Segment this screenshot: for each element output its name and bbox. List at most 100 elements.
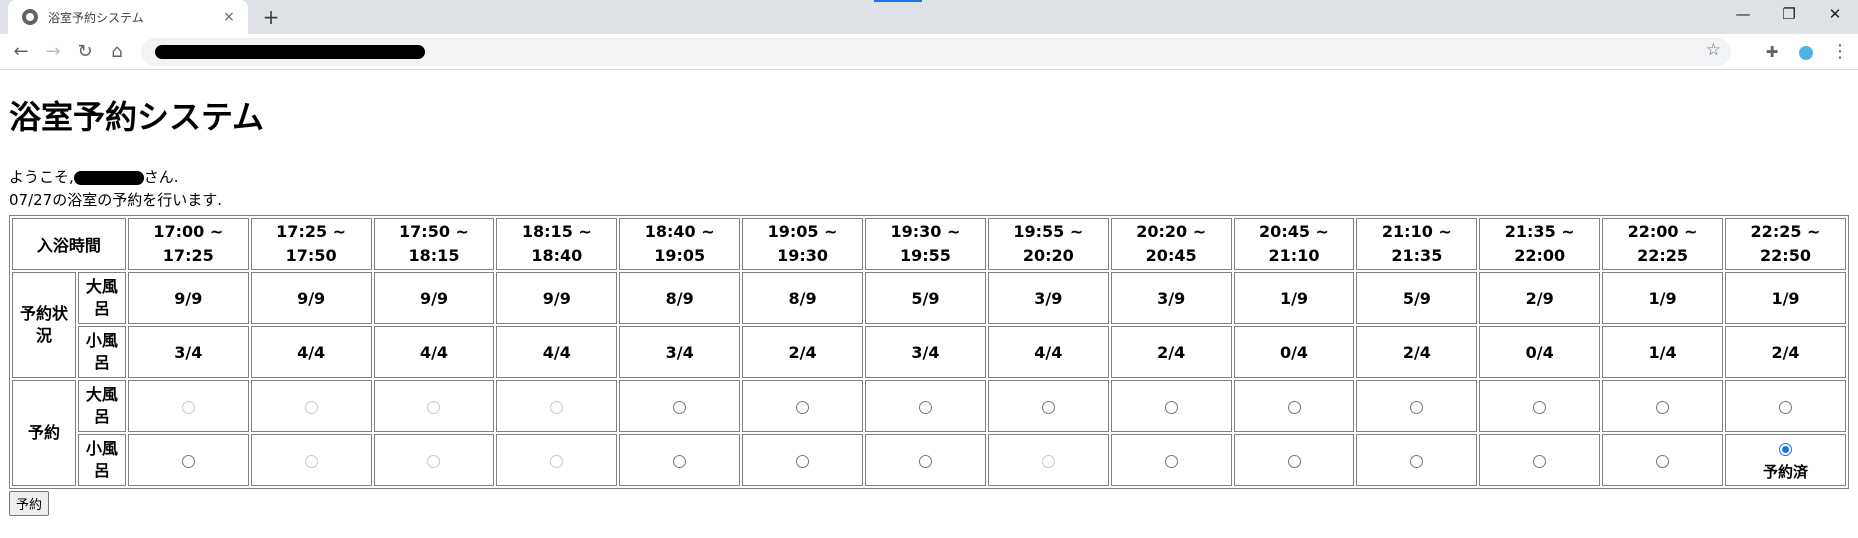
welcome-message: ようこそ, さん.: [9, 166, 1849, 189]
restore-icon[interactable]: ❐: [1766, 0, 1812, 30]
slot-end: 22:00: [1514, 246, 1566, 265]
reserve-radio-big[interactable]: [918, 400, 932, 414]
slot-start: 22:00 ~: [1627, 222, 1698, 241]
reserve-radio-small[interactable]: [1410, 454, 1424, 468]
status-big: 5/9: [1356, 272, 1478, 324]
window-close-icon[interactable]: ✕: [1812, 0, 1858, 30]
reserve-cell-big: [1233, 380, 1355, 432]
reserve-cell-small: [496, 434, 618, 486]
status-small: 4/4: [496, 326, 618, 378]
reserve-radio-big[interactable]: [1533, 400, 1547, 414]
status-small: 2/4: [1356, 326, 1478, 378]
reserve-radio-small[interactable]: [181, 454, 195, 468]
slot-end: 20:20: [1022, 246, 1074, 265]
status-header: 予約状況: [12, 272, 76, 378]
minimize-icon[interactable]: —: [1720, 0, 1766, 30]
slot-start: 17:50 ~: [399, 222, 469, 241]
slot-end: 18:15: [408, 246, 460, 265]
bath-label-small: 小風呂: [77, 326, 126, 378]
reserve-cell-small: [742, 434, 863, 486]
status-small: 2/4: [1725, 326, 1846, 378]
slot-end: 20:45: [1145, 246, 1197, 265]
status-small: 0/4: [1479, 326, 1601, 378]
page-content: 浴室予約システム ようこそ, さん. 07/27の浴室の予約を行います. 入浴時間…: [0, 92, 1858, 516]
reserve-radio-big[interactable]: [1041, 400, 1055, 414]
reserve-cell-small: [1110, 434, 1232, 486]
status-row-small: 小風呂 3/4 4/4 4/4 4/4 3/4 2/4 3/4 4/4 2/4 0/4 2/4 0/4…: [12, 326, 1846, 378]
tab-strip-accent: [874, 0, 922, 2]
time-slot-header: 20:45 ~ 21:10: [1233, 218, 1355, 270]
reserve-radio-small[interactable]: [1656, 454, 1670, 468]
slot-start: 20:20 ~: [1136, 222, 1207, 241]
reservation-table: 入浴時間 17:00 ~ 17:25 17:25 ~ 17:50 17:50 ~ 18:1…: [9, 215, 1849, 489]
status-big: 1/9: [1602, 272, 1724, 324]
status-small: 3/4: [865, 326, 986, 378]
home-icon[interactable]: ⌂: [103, 38, 131, 66]
time-slot-header: 17:25 ~ 17:50: [250, 218, 372, 270]
browser-menu-icon[interactable]: ⋮: [1826, 38, 1854, 66]
reserve-row-small: 小風呂 予約済: [12, 434, 1846, 486]
slot-end: 18:40: [531, 246, 583, 265]
reserve-cell-big: [127, 380, 249, 432]
extensions-icon[interactable]: ✚: [1758, 38, 1786, 66]
reserve-radio-big[interactable]: [1410, 400, 1424, 414]
slot-start: 20:45 ~: [1259, 222, 1329, 241]
time-slot-header: 21:35 ~ 22:00: [1479, 218, 1601, 270]
bookmark-star-icon[interactable]: ☆: [1706, 40, 1721, 60]
address-bar[interactable]: ☆: [141, 38, 1731, 66]
reserve-cell-small: [250, 434, 372, 486]
reserve-radio-small[interactable]: [1164, 454, 1178, 468]
close-tab-icon[interactable]: ×: [220, 9, 238, 25]
reserve-cell-big: [1356, 380, 1478, 432]
new-tab-icon[interactable]: +: [258, 4, 284, 30]
reserve-radio-big[interactable]: [673, 400, 687, 414]
slot-end: 22:50: [1760, 246, 1811, 265]
slot-start: 21:10 ~: [1381, 222, 1452, 241]
reload-icon[interactable]: ↻: [71, 38, 99, 66]
reserve-radio-small: [1041, 454, 1055, 468]
reserve-radio-small: [550, 454, 564, 468]
reserve-radio-small[interactable]: [918, 454, 932, 468]
bath-label-small: 小風呂: [77, 434, 126, 486]
time-slot-header: 18:15 ~ 18:40: [496, 218, 618, 270]
time-slot-header: 17:00 ~ 17:25: [127, 218, 249, 270]
status-big: 9/9: [127, 272, 249, 324]
reserve-radio-big[interactable]: [1656, 400, 1670, 414]
reserve-radio-small[interactable]: [796, 454, 810, 468]
reserve-radio-small[interactable]: [673, 454, 687, 468]
reserve-radio-small: [304, 454, 318, 468]
status-big: 3/9: [987, 272, 1109, 324]
reserve-header: 予約: [12, 380, 76, 486]
time-slot-header: 18:40 ~ 19:05: [619, 218, 741, 270]
reserve-radio-big[interactable]: [1164, 400, 1178, 414]
slot-start: 17:00 ~: [153, 222, 224, 241]
slot-start: 19:55 ~: [1013, 222, 1084, 241]
bath-label-big: 大風呂: [77, 272, 126, 324]
redacted-user-name: [73, 170, 144, 185]
reserve-row-big: 予約 大風呂: [12, 380, 1846, 486]
tab-strip: 浴室予約システム × + — ❐ ✕: [0, 0, 1858, 34]
reserve-radio-big[interactable]: [1287, 400, 1301, 414]
reserve-radio-small[interactable]: [1533, 454, 1547, 468]
reserve-cell-small: [865, 434, 986, 486]
reserve-cell-big: [1725, 380, 1846, 432]
reserve-cell-small: [619, 434, 741, 486]
back-icon[interactable]: ←: [7, 38, 35, 66]
slot-start: 17:25 ~: [276, 222, 347, 241]
reserve-cell-big: [496, 380, 618, 432]
forward-icon[interactable]: →: [39, 38, 67, 66]
browser-tab[interactable]: 浴室予約システム ×: [8, 0, 248, 34]
reserve-cell-big: [1602, 380, 1724, 432]
tab-title: 浴室予約システム: [48, 10, 144, 25]
slot-end: 21:10: [1268, 246, 1320, 265]
reserve-radio-small[interactable]: [1287, 454, 1301, 468]
reserve-radio-big[interactable]: [1779, 400, 1792, 414]
profile-icon[interactable]: [1792, 38, 1820, 66]
reserve-cell-big: [619, 380, 741, 432]
reserve-cell-small: [127, 434, 249, 486]
reserve-radio-big: [181, 400, 195, 414]
reserve-submit-button[interactable]: 予約: [9, 491, 50, 516]
reserve-radio-small[interactable]: [1779, 442, 1792, 456]
reserve-radio-big[interactable]: [796, 400, 810, 414]
reserve-cell-big: [742, 380, 863, 432]
